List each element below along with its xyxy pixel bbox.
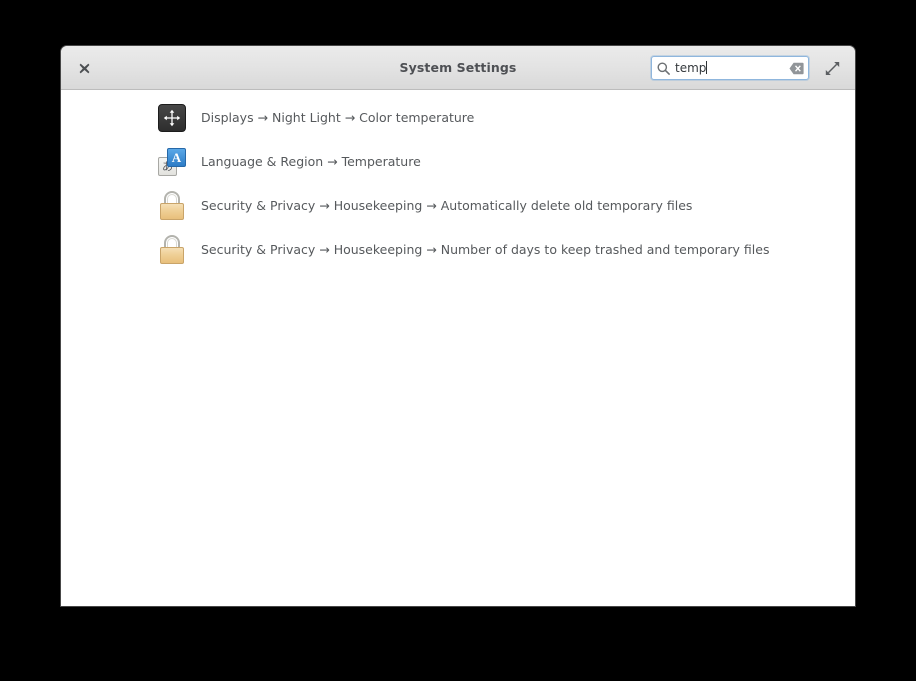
language-glyph-front: A (167, 148, 186, 167)
window-titlebar: System Settings temp (61, 46, 855, 90)
lock-body (160, 247, 184, 264)
text-cursor (706, 61, 708, 74)
language-region-icon: あ A (156, 146, 188, 178)
search-result-row[interactable]: あ A Language & Region → Temperature (61, 140, 855, 184)
screen: System Settings temp Displays → Night Li… (0, 0, 916, 681)
clear-entry-icon[interactable] (788, 60, 805, 77)
lock-body (160, 203, 184, 220)
search-input-text-wrapper: temp (675, 57, 788, 79)
maximize-button[interactable] (821, 58, 843, 78)
search-result-row[interactable]: Security & Privacy → Housekeeping → Numb… (61, 228, 855, 272)
close-button[interactable] (70, 54, 98, 82)
search-result-label: Displays → Night Light → Color temperatu… (201, 110, 475, 125)
search-results-list: Displays → Night Light → Color temperatu… (61, 90, 855, 606)
maximize-icon (825, 61, 839, 75)
search-input-value: temp (675, 61, 707, 75)
system-settings-window: System Settings temp Displays → Night Li… (61, 46, 855, 606)
search-input[interactable]: temp (651, 56, 809, 80)
search-result-row[interactable]: Security & Privacy → Housekeeping → Auto… (61, 184, 855, 228)
security-privacy-lock-icon (156, 190, 188, 222)
search-icon (657, 62, 670, 75)
search-result-label: Language & Region → Temperature (201, 154, 421, 169)
search-result-row[interactable]: Displays → Night Light → Color temperatu… (61, 96, 855, 140)
search-result-label: Security & Privacy → Housekeeping → Numb… (201, 242, 770, 257)
search-result-label: Security & Privacy → Housekeeping → Auto… (201, 198, 693, 213)
displays-move-arrows-icon (156, 102, 188, 134)
security-privacy-lock-icon (156, 234, 188, 266)
close-icon (79, 63, 89, 73)
